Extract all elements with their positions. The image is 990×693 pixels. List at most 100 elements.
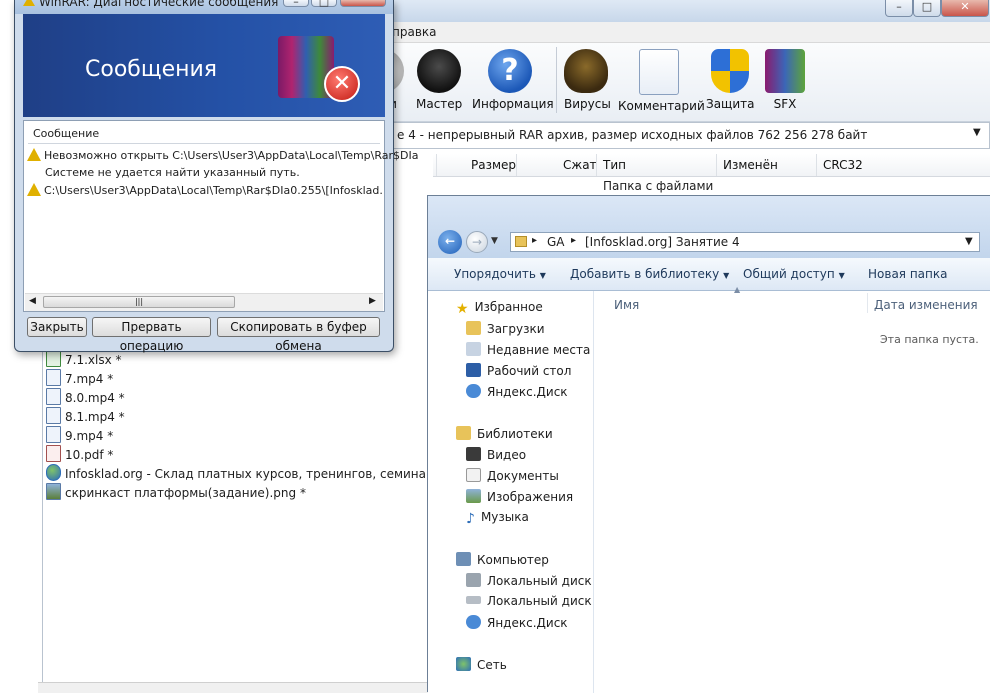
message-row[interactable]: C:\Users\User3\AppData\Local\Temp\Rar$DI… [27, 183, 383, 197]
winrar-titlebar: – □ ✕ [390, 0, 990, 22]
nav-music[interactable]: ♪ Музыка [466, 510, 529, 527]
column-type[interactable]: Тип [603, 158, 626, 172]
nav-libraries[interactable]: Библиотеки [456, 426, 553, 441]
scrollbar-thumb[interactable]: ||| [43, 296, 235, 308]
nav-recent-places[interactable]: Недавние места [466, 342, 590, 357]
nav-local-disk-c[interactable]: Локальный диск (C [466, 573, 608, 588]
message-row[interactable]: Системе не удается найти указанный путь. [45, 166, 300, 179]
nav-network[interactable]: Сеть [456, 657, 507, 672]
scroll-left-icon[interactable]: ◀ [29, 296, 36, 306]
breadcrumb-separator-icon[interactable]: ▸ [532, 235, 537, 246]
sfx-books-icon [765, 49, 805, 93]
comment-icon [639, 49, 679, 95]
nav-documents[interactable]: Документы [466, 468, 559, 483]
close-button[interactable]: ✕ [941, 0, 989, 17]
nav-computer[interactable]: Компьютер [456, 552, 549, 567]
toolbar-label: Защита [706, 97, 755, 111]
video-file-icon [46, 369, 61, 386]
nav-pictures[interactable]: Изображения [466, 489, 573, 504]
warning-icon [27, 183, 41, 196]
address-bar[interactable]: ▸ GA ▸ [Infosklad.org] Занятие 4 ▼ [510, 232, 980, 252]
nav-video[interactable]: Видео [466, 447, 526, 462]
forward-arrow-icon: → [471, 235, 483, 249]
address-dropdown-icon[interactable]: ▼ [965, 236, 973, 247]
file-list-header: Размер Сжат Тип Изменён CRC32 [390, 154, 990, 177]
winrar-toolbar: и Мастер ? Информация Вирусы Комментарий… [382, 43, 990, 122]
list-item[interactable]: 10.pdf * [46, 445, 113, 464]
horizontal-scrollbar[interactable]: ◀ ||| ▶ [25, 293, 383, 311]
abort-operation-button[interactable]: Прервать операцию [92, 317, 211, 353]
column-modified[interactable]: Изменён [723, 158, 778, 172]
pictures-library-icon [466, 489, 481, 503]
breadcrumb-separator-icon[interactable]: ▸ [571, 235, 576, 246]
menu-item-help[interactable]: правка [392, 25, 437, 39]
shield-icon [711, 49, 749, 93]
messages-column-header[interactable]: Сообщение [33, 127, 99, 140]
maximize-button[interactable]: □ [913, 0, 941, 17]
nav-desktop[interactable]: Рабочий стол [466, 363, 571, 378]
dialog-close-button[interactable] [340, 0, 386, 7]
file-name: Infosklad.org - Склад платных курсов, тр… [65, 467, 478, 481]
column-crc32[interactable]: CRC32 [823, 158, 863, 172]
command-bar: Упорядочить ▼ Добавить в библиотеку ▼ Об… [428, 258, 990, 291]
column-date-modified[interactable]: Дата изменения [874, 298, 978, 312]
messages-list[interactable]: Сообщение Невозможно открыть C:\Users\Us… [23, 120, 419, 312]
nav-local-disk-d[interactable]: Локальный диск (D [466, 594, 609, 608]
add-to-library-button[interactable]: Добавить в библиотеку ▼ [570, 267, 729, 281]
list-item[interactable]: Infosklad.org - Склад платных курсов, тр… [46, 464, 478, 483]
libraries-icon [456, 426, 471, 440]
organize-button[interactable]: Упорядочить ▼ [454, 267, 546, 281]
folder-content-pane[interactable]: Имя ▲ Дата изменения Эта папка пуста. [594, 285, 990, 693]
list-item[interactable]: скринкаст платформы(задание).png * [46, 483, 306, 502]
minimize-button[interactable]: – [885, 0, 913, 17]
nav-favorites[interactable]: ★ Избранное [456, 300, 543, 317]
yandex-disk-icon [466, 615, 481, 629]
toolbar-virus-button[interactable]: Вирусы [564, 49, 611, 111]
toolbar-comment-button[interactable]: Комментарий [618, 49, 705, 113]
nav-label: Библиотеки [477, 427, 553, 441]
forward-button[interactable]: → [466, 231, 488, 253]
toolbar-protect-button[interactable]: Защита [706, 49, 755, 111]
nav-label: Музыка [480, 510, 529, 524]
star-icon: ★ [456, 301, 469, 317]
dialog-maximize-button[interactable]: □ [311, 0, 337, 7]
column-divider [516, 154, 517, 176]
back-button[interactable]: ← [438, 230, 462, 254]
column-name[interactable]: Имя [614, 298, 639, 312]
message-row[interactable]: Невозможно открыть C:\Users\User3\AppDat… [27, 148, 419, 162]
list-item[interactable]: 8.1.mp4 * [46, 407, 125, 426]
toolbar-sfx-button[interactable]: SFX [760, 49, 810, 111]
breadcrumb-current-folder[interactable]: [Infosklad.org] Занятие 4 [585, 235, 740, 249]
sort-ascending-icon: ▲ [734, 285, 741, 294]
share-button[interactable]: Общий доступ ▼ [743, 267, 845, 281]
downloads-folder-icon [466, 321, 481, 335]
column-size[interactable]: Размер [471, 158, 516, 172]
column-packed[interactable]: Сжат [563, 158, 597, 172]
nav-yandex-disk-drive[interactable]: Яндекс.Диск [466, 615, 568, 630]
toolbar-label: Комментарий [618, 99, 705, 113]
new-folder-button[interactable]: Новая папка [868, 267, 947, 281]
list-item[interactable]: 7.1.xlsx * [46, 350, 122, 369]
toolbar-master-button[interactable]: Мастер [416, 49, 462, 111]
archive-path-combobox[interactable]: е 4 - непрерывный RAR архив, размер исхо… [390, 122, 990, 149]
scroll-right-icon[interactable]: ▶ [369, 296, 376, 306]
yandex-disk-icon [466, 384, 481, 398]
close-dialog-button[interactable]: Закрыть [27, 317, 87, 337]
nav-downloads[interactable]: Загрузки [466, 321, 545, 336]
nav-yandex-disk[interactable]: Яндекс.Диск [466, 384, 568, 399]
toolbar-info-button[interactable]: ? Информация [472, 49, 554, 111]
list-item[interactable]: 8.0.mp4 * [46, 388, 125, 407]
breadcrumb-ga[interactable]: GA [547, 235, 565, 249]
list-item[interactable]: 9.mp4 * [46, 426, 113, 445]
copy-to-clipboard-button[interactable]: Скопировать в буфер обмена [217, 317, 380, 353]
dialog-minimize-button[interactable]: – [283, 0, 309, 7]
dialog-title: WinRAR: Диагностические сообщения [39, 0, 279, 9]
list-item[interactable]: 7.mp4 * [46, 369, 113, 388]
dropdown-arrow-icon[interactable]: ▼ [973, 127, 981, 138]
video-file-icon [46, 426, 61, 443]
recent-pages-dropdown[interactable]: ▼ [491, 236, 498, 246]
help-icon: ? [488, 49, 532, 93]
message-text: Невозможно открыть C:\Users\User3\AppDat… [44, 149, 419, 162]
header-divider [28, 143, 380, 144]
nav-label: Яндекс.Диск [487, 616, 568, 630]
